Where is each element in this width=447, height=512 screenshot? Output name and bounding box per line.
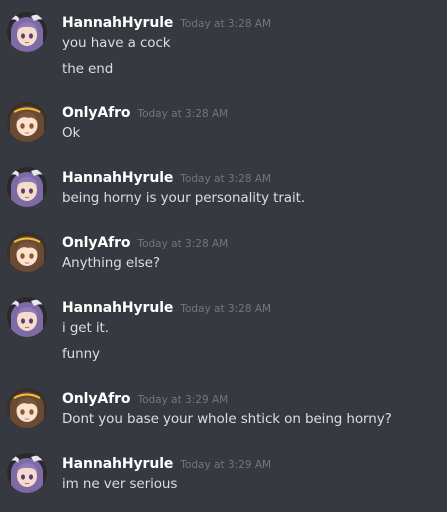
timestamp: Today at 3:29 AM	[137, 394, 229, 406]
message-header: HannahHyrule Today at 3:28 AM	[62, 12, 272, 31]
username[interactable]: HannahHyrule	[62, 15, 173, 31]
message-header: OnlyAfro Today at 3:28 AM	[62, 232, 229, 251]
username[interactable]: OnlyAfro	[62, 235, 131, 251]
message-text: you have a cock	[62, 35, 171, 51]
message-text: Anything else?	[62, 255, 160, 271]
username[interactable]: HannahHyrule	[62, 300, 173, 316]
message-group: OnlyAfro Today at 3:28 AM Anything else?	[0, 232, 447, 276]
message-header: OnlyAfro Today at 3:29 AM	[62, 388, 229, 407]
message-text: i get it.	[62, 320, 109, 336]
avatar[interactable]	[7, 232, 47, 272]
message-group: OnlyAfro Today at 3:28 AM Ok	[0, 102, 447, 146]
brown-hair-anime-girl-avatar	[7, 232, 47, 272]
message-text: im ne ver serious	[62, 476, 178, 492]
message-header: OnlyAfro Today at 3:28 AM	[62, 102, 229, 121]
avatar[interactable]	[7, 453, 47, 493]
message-text: funny	[62, 346, 100, 362]
message-text: the end	[62, 61, 114, 77]
username[interactable]: OnlyAfro	[62, 105, 131, 121]
message-group: HannahHyrule Today at 3:28 AM you have a …	[0, 12, 447, 82]
timestamp: Today at 3:28 AM	[180, 173, 272, 185]
brown-hair-anime-girl-avatar	[7, 102, 47, 142]
message-text: Dont you base your whole shtick on being…	[62, 411, 392, 427]
avatar[interactable]	[7, 12, 47, 52]
timestamp: Today at 3:28 AM	[137, 238, 229, 250]
brown-hair-anime-girl-avatar	[7, 388, 47, 428]
message-group: HannahHyrule Today at 3:28 AM i get it. f…	[0, 297, 447, 367]
avatar[interactable]	[7, 102, 47, 142]
message-header: HannahHyrule Today at 3:28 AM	[62, 167, 272, 186]
timestamp: Today at 3:28 AM	[180, 18, 272, 30]
timestamp: Today at 3:28 AM	[137, 108, 229, 120]
purple-hair-anime-girl-avatar	[7, 297, 47, 337]
message-text: Ok	[62, 125, 81, 141]
avatar[interactable]	[7, 388, 47, 428]
message-text: being horny is your personality trait.	[62, 190, 306, 206]
message-header: HannahHyrule Today at 3:29 AM	[62, 453, 272, 472]
timestamp: Today at 3:29 AM	[180, 459, 272, 471]
avatar[interactable]	[7, 167, 47, 207]
purple-hair-anime-girl-avatar	[7, 167, 47, 207]
username[interactable]: OnlyAfro	[62, 391, 131, 407]
username[interactable]: HannahHyrule	[62, 456, 173, 472]
message-group: OnlyAfro Today at 3:29 AM Dont you base y…	[0, 388, 447, 432]
purple-hair-anime-girl-avatar	[7, 12, 47, 52]
message-group: HannahHyrule Today at 3:29 AM im ne ver s…	[0, 453, 447, 497]
timestamp: Today at 3:28 AM	[180, 303, 272, 315]
avatar[interactable]	[7, 297, 47, 337]
message-header: HannahHyrule Today at 3:28 AM	[62, 297, 272, 316]
message-group: HannahHyrule Today at 3:28 AM being horny…	[0, 167, 447, 211]
username[interactable]: HannahHyrule	[62, 170, 173, 186]
purple-hair-anime-girl-avatar	[7, 453, 47, 493]
